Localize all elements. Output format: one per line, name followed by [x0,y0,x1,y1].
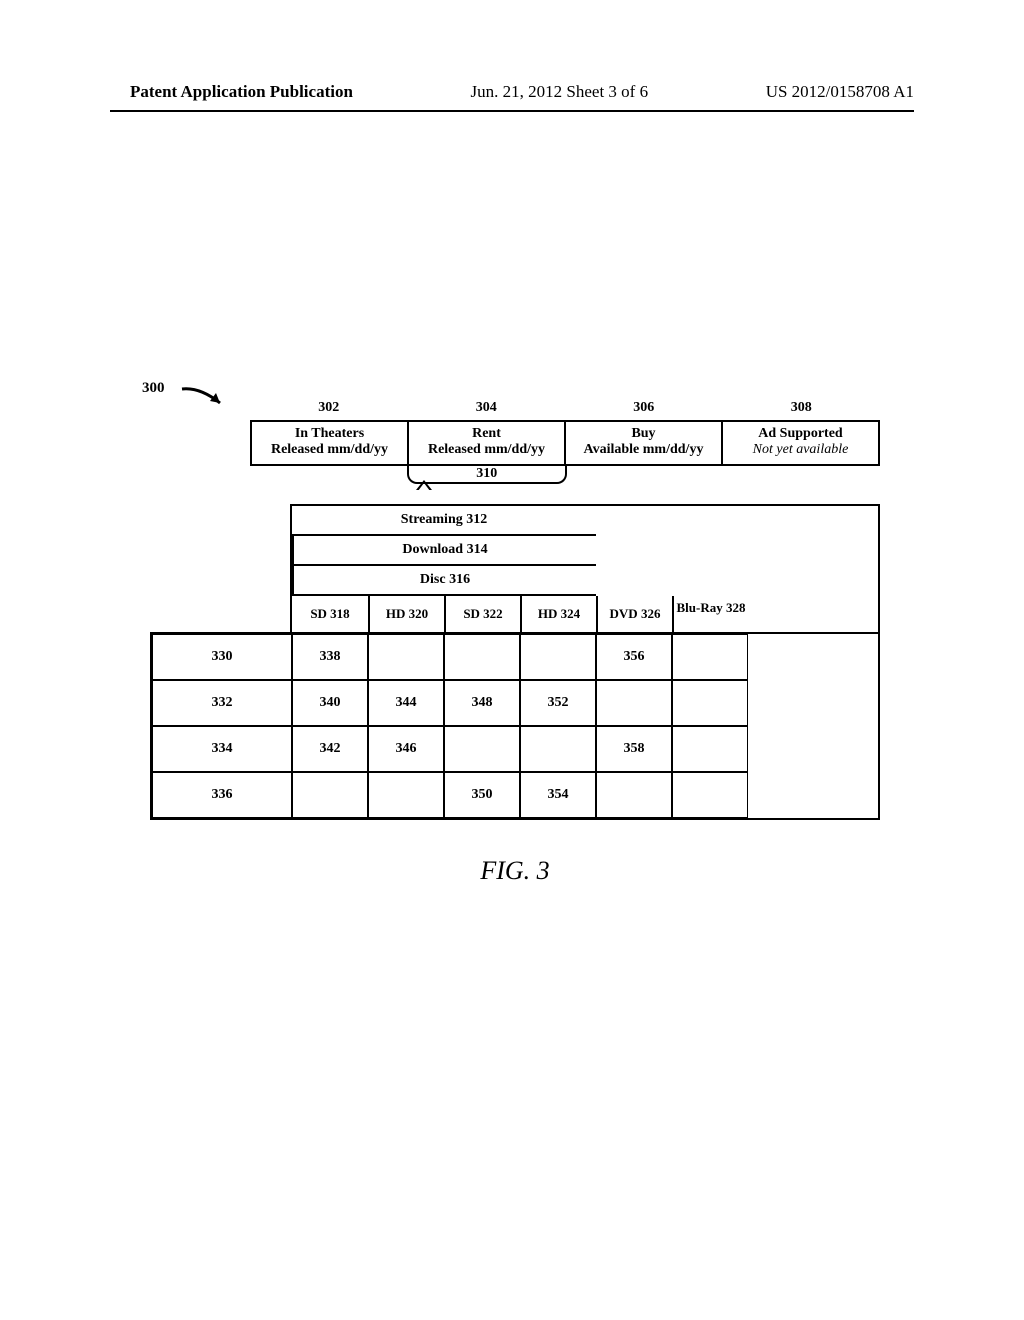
figure-ref-main: 300 [142,380,165,397]
row-label: 332 [152,680,292,726]
tab-rent[interactable]: Rent Released mm/dd/yy [409,420,566,466]
grid-cell [444,726,520,772]
tab-subtitle: Not yet available [725,442,876,458]
grid-cell: 346 [368,726,444,772]
tab-title: Buy [568,426,719,442]
col-header: DVD 326 [596,596,672,632]
tab-ref-row: 302 304 306 308 [250,400,880,416]
tab-ref: 306 [565,400,723,416]
group-header-streaming: Streaming 312 [292,506,596,536]
grid-cell [444,634,520,680]
header-rule [110,110,914,112]
grid-cell [596,772,672,818]
grid-cell [520,726,596,772]
grid-cell: 344 [368,680,444,726]
grid-cell [672,634,748,680]
leader-arrow-icon [180,385,230,415]
grid-cell: 354 [520,772,596,818]
tab-title: Ad Supported [725,426,876,442]
tab-buy[interactable]: Buy Available mm/dd/yy [566,420,723,466]
grid-cell [520,634,596,680]
page: Patent Application Publication Jun. 21, … [0,0,1024,1320]
callout-fill-icon [418,483,430,491]
tab-subtitle: Released mm/dd/yy [254,442,405,458]
tab-subtitle: Released mm/dd/yy [411,442,562,458]
grid-cell: 338 [292,634,368,680]
col-header: SD 318 [292,596,368,632]
grid-cell [368,772,444,818]
header-right: US 2012/0158708 A1 [766,82,914,102]
tab-ref: 302 [250,400,408,416]
header-mid: Jun. 21, 2012 Sheet 3 of 6 [471,82,649,102]
grid-cell [672,680,748,726]
tab-title: Rent [411,426,562,442]
row-label: 336 [152,772,292,818]
grid-cell: 348 [444,680,520,726]
header-left: Patent Application Publication [130,82,353,102]
col-header: HD 324 [520,596,596,632]
availability-grid: 330 338 356 332 340 344 348 352 334 342 … [150,632,880,820]
grid-cell: 342 [292,726,368,772]
group-header-disc: Disc 316 [292,566,596,596]
tab-ref: 308 [723,400,881,416]
tab-subtitle: Available mm/dd/yy [568,442,719,458]
column-headers: Streaming 312 Download 314 Disc 316 SD 3… [290,504,880,634]
grid-cell [672,772,748,818]
row-label: 334 [152,726,292,772]
figure-caption: FIG. 3 [150,856,880,886]
figure-3: 300 302 304 306 308 In Theaters Released… [150,400,880,886]
tab-title: In Theaters [254,426,405,442]
grid-cell: 340 [292,680,368,726]
col-header: HD 320 [368,596,444,632]
group-header-download: Download 314 [292,536,596,566]
grid-cell: 350 [444,772,520,818]
grid-cell [368,634,444,680]
col-header: SD 322 [444,596,520,632]
tab-ref: 304 [408,400,566,416]
grid-cell: 352 [520,680,596,726]
grid-cell: 356 [596,634,672,680]
grid-cell [672,726,748,772]
row-label: 330 [152,634,292,680]
active-tab-box: 310 [407,466,568,484]
grid-cell [292,772,368,818]
active-tab-ref: 310 [409,466,566,482]
tab-in-theaters[interactable]: In Theaters Released mm/dd/yy [250,420,409,466]
grid-cell [596,680,672,726]
col-header: Blu-Ray 328 [672,596,748,632]
active-tab-indicator: 310 [250,466,880,484]
grid-cell: 358 [596,726,672,772]
tab-ad-supported[interactable]: Ad Supported Not yet available [723,420,880,466]
tab-row: In Theaters Released mm/dd/yy Rent Relea… [250,420,880,466]
page-header: Patent Application Publication Jun. 21, … [0,82,1024,108]
